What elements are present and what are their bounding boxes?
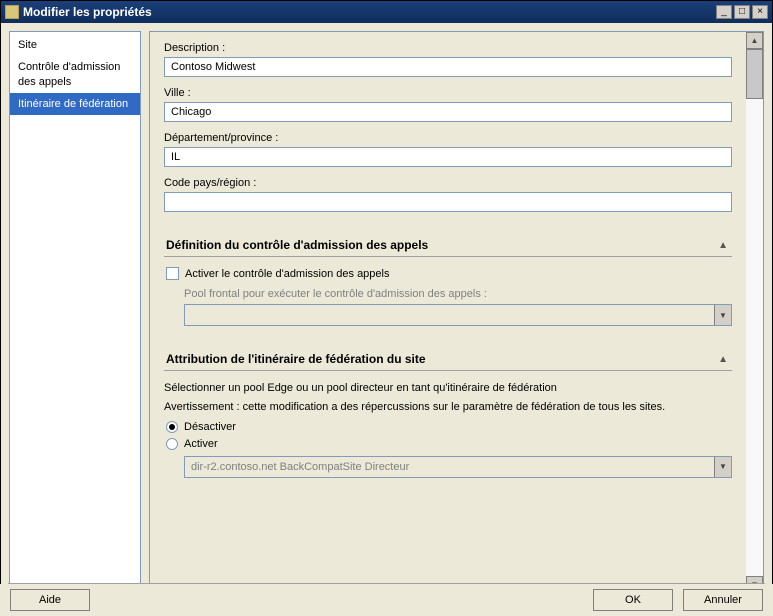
sidebar-item-site[interactable]: Site — [10, 34, 140, 56]
description-input[interactable] — [164, 57, 732, 77]
fed-route-dropdown: dir-r2.contoso.net BackCompatSite Direct… — [184, 456, 732, 478]
collapse-up-icon: ▲ — [718, 354, 732, 365]
state-input[interactable] — [164, 147, 732, 167]
city-label: Ville : — [164, 87, 732, 99]
cancel-button[interactable]: Annuler — [683, 589, 763, 611]
sidebar-item-federation[interactable]: Itinéraire de fédération — [10, 93, 140, 115]
fed-disable-label: Désactiver — [184, 421, 236, 433]
scroll-up-button[interactable]: ▲ — [746, 32, 763, 49]
window-title: Modifier les propriétés — [23, 5, 716, 19]
fed-info-2: Avertissement : cette modification a des… — [164, 400, 732, 415]
close-button[interactable]: × — [752, 5, 768, 19]
fed-enable-label: Activer — [184, 438, 218, 450]
system-buttons: _ □ × — [716, 5, 768, 19]
content: Site Contrôle d'admission des appels Iti… — [1, 23, 772, 594]
fed-enable-row[interactable]: Activer — [166, 438, 732, 450]
country-input[interactable] — [164, 192, 732, 212]
cac-enable-checkbox[interactable] — [166, 267, 179, 280]
fed-route-value: dir-r2.contoso.net BackCompatSite Direct… — [191, 461, 409, 473]
cac-enable-label: Activer le contrôle d'admission des appe… — [185, 268, 389, 280]
fed-disable-row[interactable]: Désactiver — [166, 421, 732, 433]
scroll-track[interactable] — [746, 49, 763, 576]
country-label: Code pays/région : — [164, 177, 732, 189]
footer: Aide OK Annuler — [0, 584, 773, 616]
cac-section-header[interactable]: Définition du contrôle d'admission des a… — [164, 234, 732, 257]
fed-disable-radio[interactable] — [166, 421, 178, 433]
fed-info-1: Sélectionner un pool Edge ou un pool dir… — [164, 381, 732, 396]
cac-enable-row[interactable]: Activer le contrôle d'admission des appe… — [166, 267, 732, 280]
fed-enable-radio[interactable] — [166, 438, 178, 450]
cac-pool-dropdown: ▼ — [184, 304, 732, 326]
help-button[interactable]: Aide — [10, 589, 90, 611]
chevron-down-icon: ▼ — [714, 457, 731, 477]
scroll-thumb[interactable] — [746, 49, 763, 99]
chevron-down-icon: ▼ — [714, 305, 731, 325]
sidebar: Site Contrôle d'admission des appels Iti… — [9, 31, 141, 594]
cac-header-text: Définition du contrôle d'admission des a… — [166, 238, 428, 252]
fed-header-text: Attribution de l'itinéraire de fédératio… — [166, 352, 426, 366]
app-icon — [5, 5, 19, 19]
city-input[interactable] — [164, 102, 732, 122]
titlebar: Modifier les propriétés _ □ × — [1, 1, 772, 23]
scroll-area: Description : Ville : Département/provin… — [150, 32, 746, 593]
vertical-scrollbar[interactable]: ▲ ▼ — [746, 32, 763, 593]
fed-section-header[interactable]: Attribution de l'itinéraire de fédératio… — [164, 348, 732, 371]
ok-button[interactable]: OK — [593, 589, 673, 611]
maximize-button[interactable]: □ — [734, 5, 750, 19]
state-label: Département/province : — [164, 132, 732, 144]
main-panel: Description : Ville : Département/provin… — [149, 31, 764, 594]
description-label: Description : — [164, 42, 732, 54]
cac-pool-label: Pool frontal pour exécuter le contrôle d… — [184, 288, 732, 300]
sidebar-item-cac[interactable]: Contrôle d'admission des appels — [10, 56, 140, 93]
collapse-up-icon: ▲ — [718, 240, 732, 251]
minimize-button[interactable]: _ — [716, 5, 732, 19]
